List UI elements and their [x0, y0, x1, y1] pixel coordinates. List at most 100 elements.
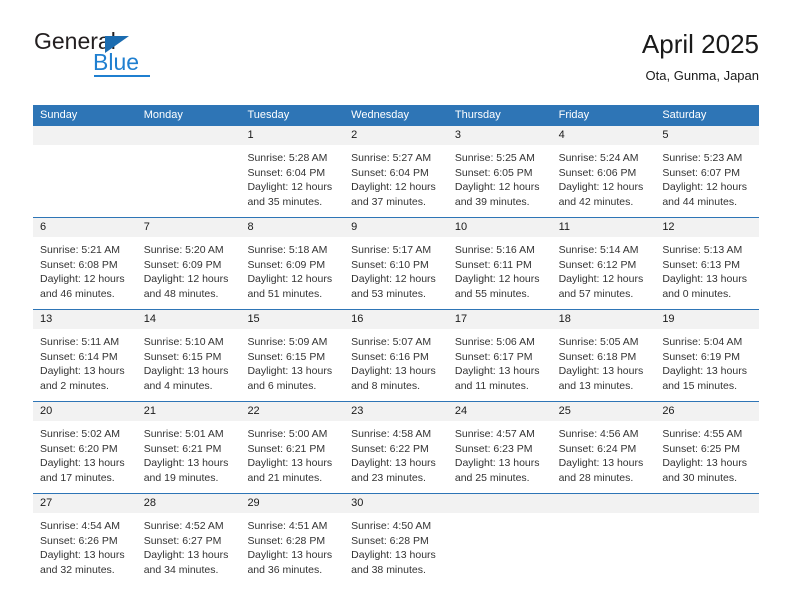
- date-detail-row: Sunrise: 5:21 AM Sunset: 6:08 PM Daylight:…: [33, 237, 759, 309]
- day-cell[interactable]: Sunrise: 5:18 AM Sunset: 6:09 PM Daylight:…: [240, 237, 344, 309]
- day-info-line: Daylight: 13 hours: [247, 365, 333, 377]
- day-info-line: Sunset: 6:21 PM: [143, 442, 222, 455]
- day-number[interactable]: 30: [344, 494, 448, 513]
- day-number[interactable]: 23: [344, 402, 448, 421]
- day-info-line: Daylight: 12 hours: [40, 273, 125, 285]
- calendar-week-row: 1 2 3 4 5 Sunrise: 5:28 AM Sunset: 6:04 PM Dayl…: [33, 126, 759, 217]
- day-number[interactable]: 8: [240, 218, 344, 237]
- day-cell[interactable]: Sunrise: 5:17 AM Sunset: 6:10 PM Daylight:…: [344, 237, 448, 309]
- weekday-header-saturday: Saturday: [662, 109, 707, 121]
- day-cell[interactable]: Sunrise: 4:54 AM Sunset: 6:26 PM Daylight:…: [33, 513, 137, 585]
- day-info-line: Sunset: 6:16 PM: [351, 350, 429, 363]
- day-cell[interactable]: Sunrise: 4:57 AM Sunset: 6:23 PM Daylight:…: [448, 421, 552, 493]
- day-number[interactable]: 9: [344, 218, 448, 237]
- day-info-line: Daylight: 13 hours: [40, 549, 125, 561]
- day-number[interactable]: 13: [33, 310, 137, 329]
- day-info-line: Sunset: 6:12 PM: [558, 258, 637, 271]
- calendar-week-row: 6 7 8 9 10 11 12 Sunrise: 5:21 AM Sunset: 6:08 P…: [33, 217, 759, 309]
- day-cell[interactable]: Sunrise: 5:09 AM Sunset: 6:15 PM Daylight:…: [240, 329, 344, 401]
- day-info-line: Sunset: 6:18 PM: [558, 350, 637, 363]
- day-info-line: Sunrise: 4:54 AM: [40, 520, 120, 532]
- day-cell[interactable]: Sunrise: 5:21 AM Sunset: 6:08 PM Daylight:…: [33, 237, 137, 309]
- day-info-line: Sunset: 6:20 PM: [40, 442, 118, 455]
- day-cell[interactable]: Sunrise: 5:02 AM Sunset: 6:20 PM Daylight:…: [33, 421, 137, 493]
- day-number[interactable]: 7: [137, 218, 241, 237]
- day-number[interactable]: 29: [240, 494, 344, 513]
- day-number[interactable]: 11: [552, 218, 656, 237]
- day-info-line: Sunset: 6:21 PM: [247, 442, 326, 455]
- day-info-line: Daylight: 12 hours: [247, 273, 333, 285]
- day-number[interactable]: 12: [655, 218, 759, 237]
- day-number[interactable]: 25: [552, 402, 656, 421]
- day-info-line: Daylight: 13 hours: [558, 365, 644, 377]
- day-number[interactable]: 18: [552, 310, 656, 329]
- day-cell[interactable]: Sunrise: 5:27 AM Sunset: 6:04 PM Daylight:…: [344, 145, 448, 217]
- day-info-line: and 28 minutes.: [558, 471, 634, 484]
- day-cell[interactable]: Sunrise: 5:01 AM Sunset: 6:21 PM Daylight:…: [137, 421, 241, 493]
- day-info-line: Sunset: 6:14 PM: [40, 350, 118, 363]
- day-cell[interactable]: Sunrise: 4:50 AM Sunset: 6:28 PM Daylight:…: [344, 513, 448, 585]
- day-cell[interactable]: Sunrise: 5:28 AM Sunset: 6:04 PM Daylight:…: [240, 145, 344, 217]
- day-cell[interactable]: Sunrise: 5:24 AM Sunset: 6:06 PM Daylight:…: [552, 145, 656, 217]
- day-number[interactable]: 14: [137, 310, 241, 329]
- day-info-line: Daylight: 13 hours: [558, 457, 644, 469]
- day-cell[interactable]: Sunrise: 5:16 AM Sunset: 6:11 PM Daylight:…: [448, 237, 552, 309]
- day-number[interactable]: 20: [33, 402, 137, 421]
- day-cell[interactable]: Sunrise: 4:55 AM Sunset: 6:25 PM Daylight:…: [655, 421, 759, 493]
- day-info-line: Daylight: 12 hours: [143, 273, 229, 285]
- weekday-header-friday: Friday: [558, 109, 590, 121]
- day-cell[interactable]: Sunrise: 5:07 AM Sunset: 6:16 PM Daylight:…: [344, 329, 448, 401]
- day-info-line: Sunset: 6:25 PM: [662, 442, 740, 455]
- day-cell[interactable]: Sunrise: 5:20 AM Sunset: 6:09 PM Daylight:…: [137, 237, 241, 309]
- day-info-line: Sunrise: 5:04 AM: [662, 336, 743, 348]
- day-cell[interactable]: Sunrise: 4:58 AM Sunset: 6:22 PM Daylight:…: [344, 421, 448, 493]
- day-number[interactable]: 26: [655, 402, 759, 421]
- day-cell[interactable]: Sunrise: 5:11 AM Sunset: 6:14 PM Daylight:…: [33, 329, 137, 401]
- day-cell[interactable]: Sunrise: 4:51 AM Sunset: 6:28 PM Daylight:…: [240, 513, 344, 585]
- day-number[interactable]: 4: [552, 126, 656, 145]
- day-cell[interactable]: Sunrise: 5:04 AM Sunset: 6:19 PM Daylight:…: [655, 329, 759, 401]
- day-number[interactable]: 10: [448, 218, 552, 237]
- day-cell[interactable]: Sunrise: 4:52 AM Sunset: 6:27 PM Daylight:…: [137, 513, 241, 585]
- day-number[interactable]: 17: [448, 310, 552, 329]
- day-info-line: and 25 minutes.: [454, 471, 530, 484]
- day-number[interactable]: 28: [137, 494, 241, 513]
- brand-name-blue: Blue: [93, 49, 140, 75]
- day-cell[interactable]: Sunrise: 5:14 AM Sunset: 6:12 PM Daylight:…: [552, 237, 656, 309]
- date-number-row: 27 28 29 30: [33, 494, 759, 513]
- day-number[interactable]: 19: [655, 310, 759, 329]
- day-info-line: Sunset: 6:06 PM: [558, 166, 637, 179]
- day-info-line: and 15 minutes.: [662, 379, 738, 392]
- day-number[interactable]: 24: [448, 402, 552, 421]
- day-number[interactable]: 6: [33, 218, 137, 237]
- day-info-line: and 48 minutes.: [143, 287, 219, 300]
- day-cell-empty: [448, 513, 552, 585]
- day-number[interactable]: 2: [344, 126, 448, 145]
- brand-underline: [94, 75, 150, 77]
- day-cell[interactable]: Sunrise: 5:10 AM Sunset: 6:15 PM Daylight:…: [137, 329, 241, 401]
- day-number[interactable]: 21: [137, 402, 241, 421]
- day-info-line: Sunrise: 5:13 AM: [662, 244, 743, 256]
- day-number[interactable]: 15: [240, 310, 344, 329]
- day-info-line: Sunrise: 5:14 AM: [558, 244, 639, 256]
- day-number[interactable]: 3: [448, 126, 552, 145]
- date-number-row: 20 21 22 23 24 25 26: [33, 402, 759, 421]
- day-info-line: Sunset: 6:15 PM: [143, 350, 222, 363]
- day-cell[interactable]: Sunrise: 5:13 AM Sunset: 6:13 PM Daylight:…: [655, 237, 759, 309]
- day-cell[interactable]: Sunrise: 5:05 AM Sunset: 6:18 PM Daylight:…: [552, 329, 656, 401]
- day-info-line: Daylight: 13 hours: [247, 457, 333, 469]
- day-cell[interactable]: Sunrise: 5:23 AM Sunset: 6:07 PM Daylight:…: [655, 145, 759, 217]
- day-number[interactable]: 16: [344, 310, 448, 329]
- day-number[interactable]: 1: [240, 126, 344, 145]
- day-info-line: Sunrise: 5:20 AM: [143, 244, 224, 256]
- day-info-line: and 51 minutes.: [247, 287, 323, 300]
- weekday-header-row: Sunday Monday Tuesday Wednesday Thursday Frid…: [33, 105, 759, 126]
- day-number[interactable]: 27: [33, 494, 137, 513]
- day-cell[interactable]: Sunrise: 5:25 AM Sunset: 6:05 PM Daylight:…: [448, 145, 552, 217]
- day-number[interactable]: 22: [240, 402, 344, 421]
- day-cell[interactable]: Sunrise: 4:56 AM Sunset: 6:24 PM Daylight:…: [552, 421, 656, 493]
- day-cell[interactable]: Sunrise: 5:00 AM Sunset: 6:21 PM Daylight:…: [240, 421, 344, 493]
- day-info-line: Sunrise: 5:09 AM: [247, 336, 328, 348]
- day-cell[interactable]: Sunrise: 5:06 AM Sunset: 6:17 PM Daylight:…: [448, 329, 552, 401]
- day-number[interactable]: 5: [655, 126, 759, 145]
